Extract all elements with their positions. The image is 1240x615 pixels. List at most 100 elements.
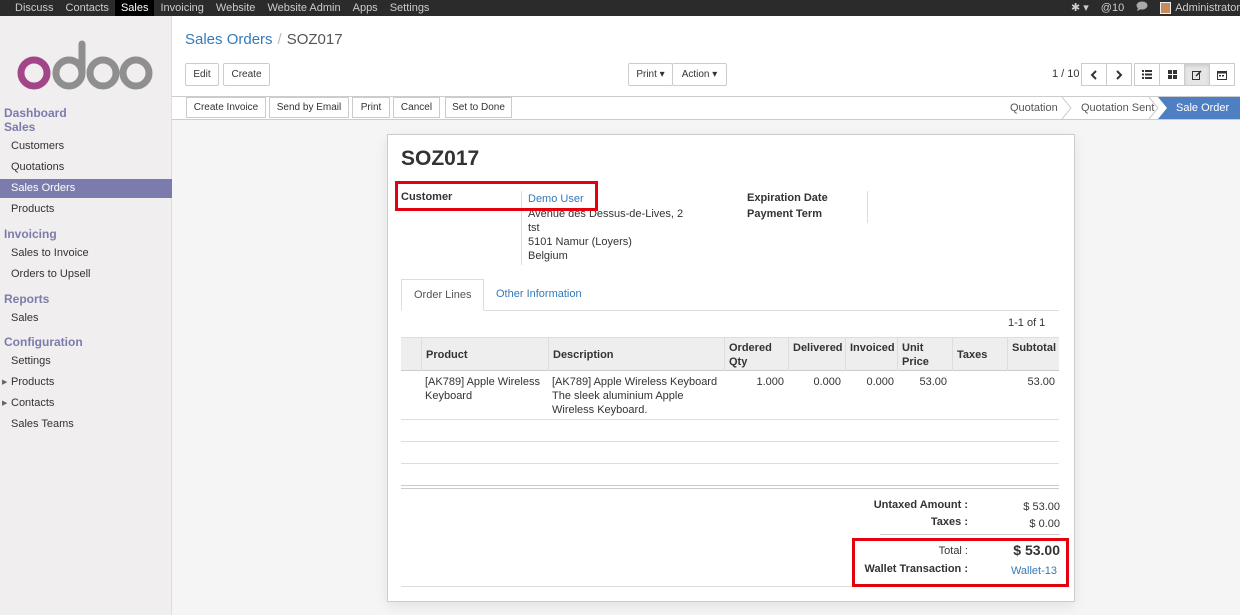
form-view-button[interactable] [1184,63,1210,86]
column-description[interactable]: Description [548,338,724,371]
user-name: Administrator [1175,2,1240,14]
breadcrumb-current: SOZ017 [286,31,343,48]
chat-bubble-icon [1136,1,1148,11]
column-taxes[interactable]: Taxes [952,338,1007,371]
sidebar-heading-invoicing: Invoicing [4,227,57,241]
menu-settings[interactable]: Settings [384,0,436,16]
column-subtotal[interactable]: Subtotal [1007,338,1059,371]
order-name: SOZ017 [401,147,480,170]
record-pager: 1 / 10 [1052,68,1080,80]
edit-button[interactable]: Edit [185,63,219,86]
sidebar-heading-configuration: Configuration [4,335,83,349]
app-menu: Discuss Contacts Sales Invoicing Website… [9,0,435,16]
sidebar-item-reports-sales[interactable]: Sales [0,309,172,328]
column-ordered-qty[interactable]: Ordered Qty [724,338,788,371]
description-line: The sleek aluminium Apple [552,390,684,402]
menu-discuss[interactable]: Discuss [9,0,60,16]
cell-subtotal: 53.00 [1027,376,1055,388]
breadcrumb-sales-orders[interactable]: Sales Orders [185,31,273,48]
menu-invoicing[interactable]: Invoicing [154,0,209,16]
sidebar-item-orders-to-upsell[interactable]: Orders to Upsell [0,265,172,284]
previous-record-button[interactable] [1081,63,1107,86]
user-menu[interactable]: Administrator [1160,1,1240,15]
cell-delivered: 0.000 [813,376,841,388]
sidebar-item-settings[interactable]: Settings [0,352,172,371]
cell-unit-price: 53.00 [919,376,947,388]
stage-sale-order[interactable]: Sale Order [1176,97,1229,119]
menu-sales[interactable]: Sales [114,0,155,16]
column-unit-price[interactable]: Unit Price [897,338,952,371]
sidebar-item-config-products[interactable]: ▶ Products [0,373,172,392]
tab-other-information[interactable]: Other Information [484,279,594,311]
create-button[interactable]: Create [223,63,270,86]
sidebar-item-label: Products [11,376,55,388]
column-delivered[interactable]: Delivered [788,338,845,371]
sidebar-item-sales-orders[interactable]: Sales Orders [0,179,172,198]
untaxed-amount-value: $ 53.00 [1023,501,1060,513]
print-button[interactable]: Print [352,97,390,118]
notifications-counter[interactable]: @10 [1101,1,1124,15]
sidebar-heading-sales: Sales [4,120,36,134]
menu-contacts[interactable]: Contacts [60,0,115,16]
create-invoice-button[interactable]: Create Invoice [186,97,266,118]
grid-icon [1167,70,1177,79]
sidebar-item-contacts[interactable]: ▶ Contacts [0,394,172,413]
table-footer-line [401,488,1059,489]
description-line: [AK789] Apple Wireless Keyboard [552,376,718,388]
menu-apps[interactable]: Apps [347,0,384,16]
calendar-view-button[interactable] [1209,63,1235,86]
sidebar-item-sales-to-invoice[interactable]: Sales to Invoice [0,244,172,263]
stage-quotation-sent[interactable]: Quotation Sent [1081,97,1154,119]
stage-pipeline: Quotation Quotation Sent Sale Order [998,97,1240,119]
debug-icon[interactable]: ✱ ▾ [1071,1,1089,15]
sidebar-item-label: Contacts [11,397,55,409]
payment-term-label: Payment Term [747,208,822,220]
view-switcher [1134,63,1235,86]
column-product[interactable]: Product [421,338,548,371]
sidebar-item-products[interactable]: Products [0,200,172,219]
send-by-email-button[interactable]: Send by Email [269,97,349,118]
chat-icon[interactable] [1136,1,1148,15]
address-line: tst [528,222,540,234]
description-line: Wireless Keyboard. [552,404,648,416]
menu-website-admin[interactable]: Website Admin [261,0,346,16]
cell-product: [AK789] Apple Wireless Keyboard [425,375,540,403]
tab-order-lines[interactable]: Order Lines [401,279,485,311]
row-divider [401,463,1059,464]
cell-invoiced: 0.000 [866,376,894,388]
kanban-view-button[interactable] [1159,63,1185,86]
sidebar-item-sales-teams[interactable]: Sales Teams [0,415,172,434]
systray: ✱ ▾ @10 Administrator [1059,0,1240,16]
product-line: [AK789] Apple Wireless [425,376,540,388]
row-divider [401,441,1059,442]
sidebar-item-customers[interactable]: Customers [0,137,172,156]
action-dropdown[interactable]: Action ▾ [672,63,727,86]
breadcrumb: Sales Orders / SOZ017 [185,31,343,48]
top-navbar: Discuss Contacts Sales Invoicing Website… [0,0,1240,16]
product-line: Keyboard [425,390,473,402]
caret-right-icon: ▶ [2,379,8,386]
untaxed-amount-label: Untaxed Amount : [873,499,968,511]
totals-divider [880,534,1060,535]
field-divider [867,191,868,223]
list-view-button[interactable] [1134,63,1160,86]
cell-description: [AK789] Apple Wireless Keyboard The slee… [552,375,717,417]
sidebar-dashboard[interactable]: Dashboard [4,106,67,120]
pager-buttons [1081,63,1132,86]
taxes-value: $ 0.00 [1029,518,1060,530]
next-record-button[interactable] [1106,63,1132,86]
set-to-done-button[interactable]: Set to Done [445,97,512,118]
list-icon [1142,70,1152,79]
sidebar-item-quotations[interactable]: Quotations [0,158,172,177]
edit-form-icon [1192,69,1202,80]
print-dropdown[interactable]: Print ▾ [628,63,673,86]
caret-right-icon: ▶ [2,400,8,407]
chevron-left-icon [1090,69,1097,80]
avatar [1160,2,1172,15]
stage-quotation[interactable]: Quotation [1010,97,1058,119]
cancel-button[interactable]: Cancel [393,97,440,118]
menu-website[interactable]: Website [210,0,262,16]
column-invoiced[interactable]: Invoiced [845,338,897,371]
row-divider [401,419,1059,420]
order-lines-header: Product Description Ordered Qty Delivere… [401,337,1059,371]
